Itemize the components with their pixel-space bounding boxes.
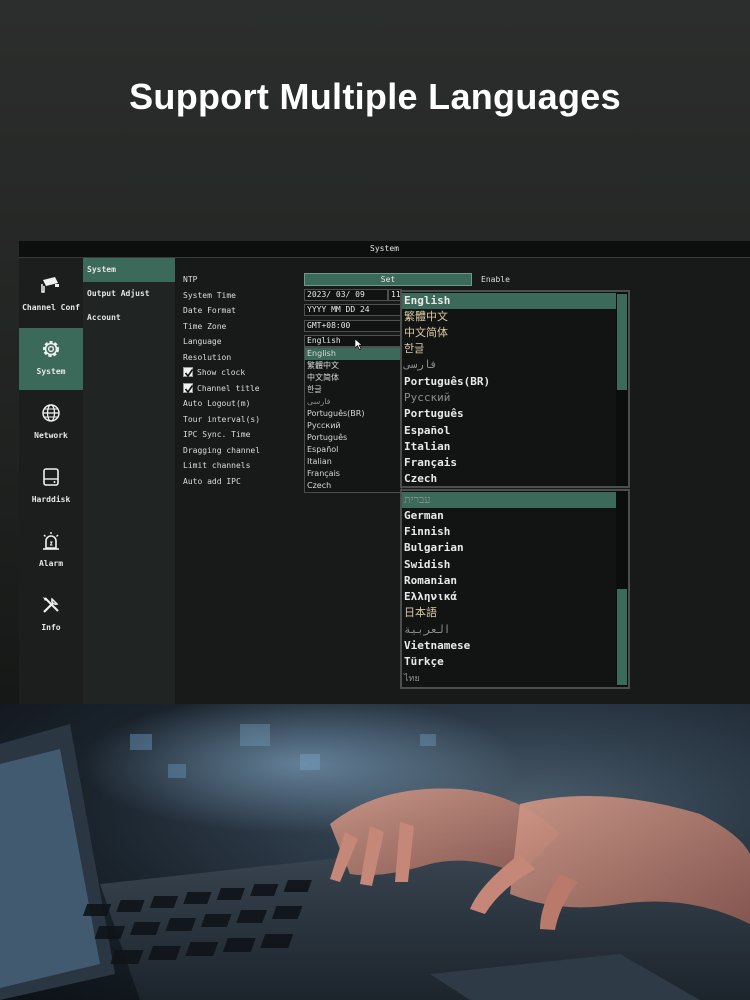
laptop-hands-illustration — [0, 704, 750, 1000]
system-time-label: System Time — [183, 291, 236, 300]
show-clock-checkbox[interactable] — [183, 367, 194, 378]
nav-item-system[interactable]: System — [19, 328, 83, 390]
language-dropdown-small: English 繁體中文 中文简体 한글 فارسی Português(BR)… — [304, 347, 402, 493]
language-select[interactable]: English — [304, 335, 402, 347]
date-format-label: Date Format — [183, 306, 236, 315]
show-clock-label: Show clock — [197, 368, 246, 377]
language-option[interactable]: German — [402, 508, 616, 524]
headline: Support Multiple Languages — [129, 76, 621, 117]
language-option[interactable]: 中文简体 — [305, 372, 401, 384]
language-option[interactable]: English — [402, 293, 616, 309]
language-option[interactable]: Italian — [402, 439, 616, 455]
language-option[interactable]: فارسی — [305, 396, 401, 408]
channel-title-checkbox[interactable] — [183, 383, 194, 394]
language-option[interactable]: 한글 — [402, 341, 616, 357]
subnav-item-system[interactable]: System — [83, 258, 175, 282]
language-option[interactable]: Português — [402, 406, 616, 422]
check-icon — [184, 369, 194, 378]
language-option[interactable]: 한글 — [305, 384, 401, 396]
nav-label: Network — [34, 431, 68, 440]
subnav-item-account[interactable]: Account — [83, 306, 175, 330]
language-option[interactable]: Português(BR) — [305, 408, 401, 420]
popup-scrollbar[interactable] — [616, 292, 628, 486]
system-date-field[interactable]: 2023/ 03/ 09 — [304, 289, 388, 301]
language-option[interactable]: Czech — [402, 471, 616, 487]
nav-item-info[interactable]: Info — [19, 584, 83, 646]
language-option[interactable]: Türkçe — [402, 654, 616, 670]
language-option[interactable]: English — [305, 348, 401, 360]
language-option[interactable]: Português — [305, 432, 401, 444]
channel-title-label: Channel title — [197, 384, 260, 393]
language-option[interactable]: Русский — [305, 420, 401, 432]
ntp-set-button[interactable]: Set — [304, 273, 472, 286]
nav-label: Alarm — [38, 559, 64, 568]
gear-icon — [43, 341, 59, 357]
nav-item-network[interactable]: Network — [19, 392, 83, 454]
window-title: System — [19, 241, 750, 258]
language-option[interactable]: Czech — [305, 480, 401, 492]
main-nav: Channel Conf System Network Harddisk Ala… — [19, 258, 83, 704]
language-option[interactable]: Ελληνικά — [402, 589, 616, 605]
language-option[interactable]: Español — [402, 423, 616, 439]
nav-label: System — [36, 367, 66, 376]
nav-label: Channel Conf — [22, 303, 80, 312]
language-option[interactable]: Bulgarian — [402, 540, 616, 556]
sub-nav: System Output Adjust Account — [83, 258, 175, 704]
alarm-icon — [43, 532, 59, 550]
dragging-channel-label: Dragging channel — [183, 446, 261, 455]
language-list-popup-2: עברית German Finnish Bulgarian Swidish R… — [400, 489, 630, 689]
language-option[interactable]: 中文简体 — [402, 325, 616, 341]
language-option[interactable]: Français — [305, 468, 401, 480]
language-option[interactable]: Русский — [402, 390, 616, 406]
date-format-select[interactable]: YYYY MM DD 24 — [304, 304, 402, 316]
language-option[interactable]: 日本語 — [402, 605, 616, 621]
language-option[interactable]: Finnish — [402, 524, 616, 540]
auto-add-ipc-label: Auto add IPC — [183, 477, 241, 486]
language-option[interactable]: Swidish — [402, 557, 616, 573]
time-zone-select[interactable]: GMT+08:00 — [304, 320, 402, 332]
nav-label: Harddisk — [31, 495, 71, 504]
tools-icon — [43, 597, 59, 613]
ntp-status: Enable — [481, 275, 510, 284]
check-icon — [184, 385, 194, 394]
tour-interval-label: Tour interval(s) — [183, 415, 261, 424]
language-option[interactable]: العربية — [402, 622, 616, 638]
ipc-sync-label: IPC Sync. Time — [183, 430, 251, 439]
limit-channels-label: Limit channels — [183, 461, 251, 470]
nav-item-channel-conf[interactable]: Channel Conf — [19, 264, 83, 326]
language-option[interactable]: עברית — [402, 492, 616, 508]
laptop-typing-photo — [0, 704, 750, 1000]
language-option[interactable]: Romanian — [402, 573, 616, 589]
scrollbar-thumb[interactable] — [617, 294, 627, 390]
harddisk-icon — [43, 468, 59, 486]
ntp-label: NTP — [183, 275, 198, 284]
time-zone-label: Time Zone — [183, 322, 227, 331]
system-window: System Channel Conf System Network Hardd… — [19, 241, 750, 704]
auto-logout-label: Auto Logout(m) — [183, 399, 251, 408]
language-option[interactable]: Português(BR) — [402, 374, 616, 390]
language-option[interactable]: Español — [305, 444, 401, 456]
language-list-popup-1: English 繁體中文 中文简体 한글 فارسی Português(BR)… — [400, 290, 630, 488]
language-option[interactable]: 繁體中文 — [402, 309, 616, 325]
scrollbar-thumb[interactable] — [617, 589, 627, 685]
camera-icon — [41, 277, 59, 293]
language-option[interactable]: Vietnamese — [402, 638, 616, 654]
subnav-item-output-adjust[interactable]: Output Adjust — [83, 282, 175, 306]
language-label: Language — [183, 337, 222, 346]
language-option[interactable]: ไทย — [402, 671, 616, 687]
mouse-cursor-icon — [355, 339, 363, 350]
popup-scrollbar[interactable] — [616, 491, 628, 687]
globe-icon — [42, 404, 60, 422]
language-option[interactable]: Italian — [305, 456, 401, 468]
language-option[interactable]: فارسی — [402, 357, 616, 373]
nav-item-harddisk[interactable]: Harddisk — [19, 456, 83, 518]
nav-item-alarm[interactable]: Alarm — [19, 520, 83, 582]
resolution-label: Resolution — [183, 353, 232, 362]
nav-label: Info — [41, 623, 61, 632]
language-option[interactable]: 繁體中文 — [305, 360, 401, 372]
language-option[interactable]: Français — [402, 455, 616, 471]
